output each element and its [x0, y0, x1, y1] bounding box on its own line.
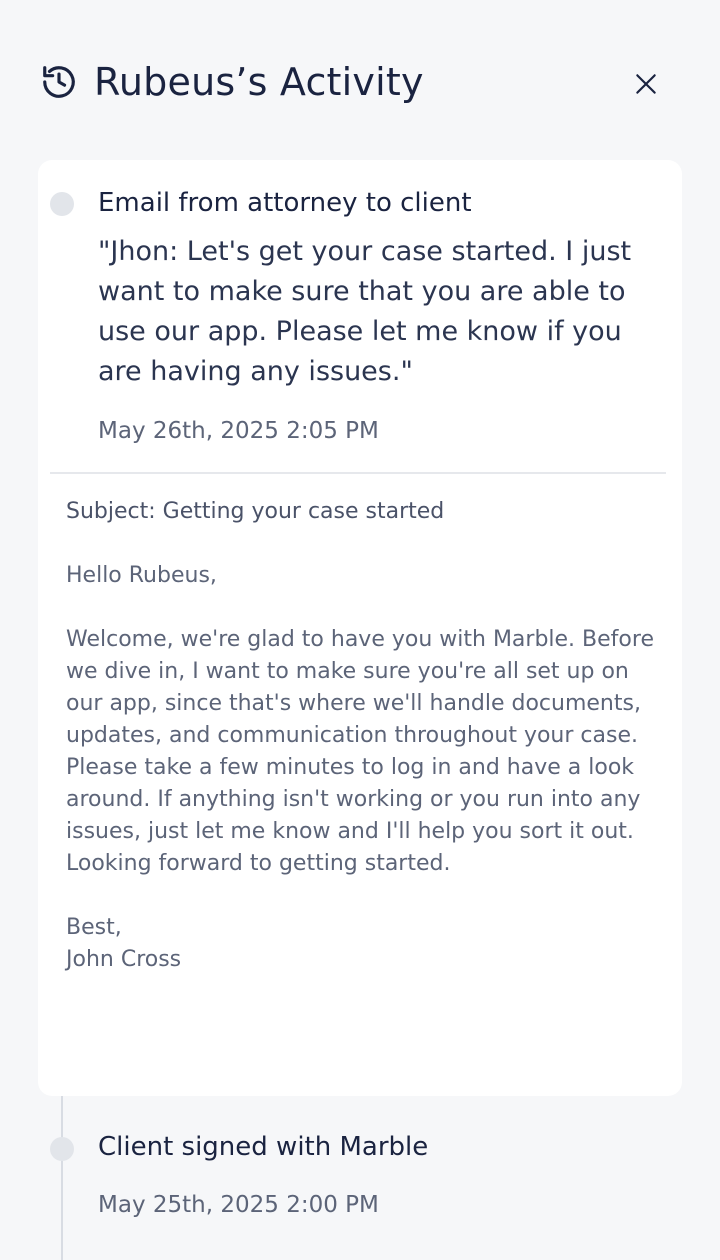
- activity-panel: Rubeus’s Activity Email from attorney to…: [0, 0, 720, 1260]
- activity-title: Client signed with Marble: [98, 1132, 429, 1162]
- close-icon: [633, 71, 659, 97]
- activity-quote: "Jhon: Let's get your case started. I ju…: [98, 236, 632, 387]
- activity-timestamp: May 25th, 2025 2:00 PM: [98, 1192, 379, 1218]
- timeline-dot: [50, 1137, 74, 1161]
- email-greeting: Hello Rubeus,: [66, 563, 217, 588]
- page-title: Rubeus’s Activity: [94, 60, 424, 104]
- timeline-dot: [50, 192, 74, 216]
- email-body: Subject: Getting your case started Hello…: [66, 496, 662, 976]
- email-signoff: Best,: [66, 915, 122, 940]
- activity-title: Email from attorney to client: [98, 188, 472, 218]
- history-icon: [40, 63, 78, 101]
- activity-timestamp: May 26th, 2025 2:05 PM: [98, 418, 379, 444]
- divider: [50, 472, 666, 474]
- close-button[interactable]: [628, 66, 664, 102]
- activity-card-email: Email from attorney to client "Jhon: Let…: [38, 160, 682, 1096]
- panel-header: Rubeus’s Activity: [40, 60, 424, 104]
- email-subject: Subject: Getting your case started: [66, 499, 445, 524]
- timeline-line: [61, 1096, 63, 1260]
- email-message: Welcome, we're glad to have you with Mar…: [66, 627, 654, 876]
- email-signature: John Cross: [66, 947, 182, 972]
